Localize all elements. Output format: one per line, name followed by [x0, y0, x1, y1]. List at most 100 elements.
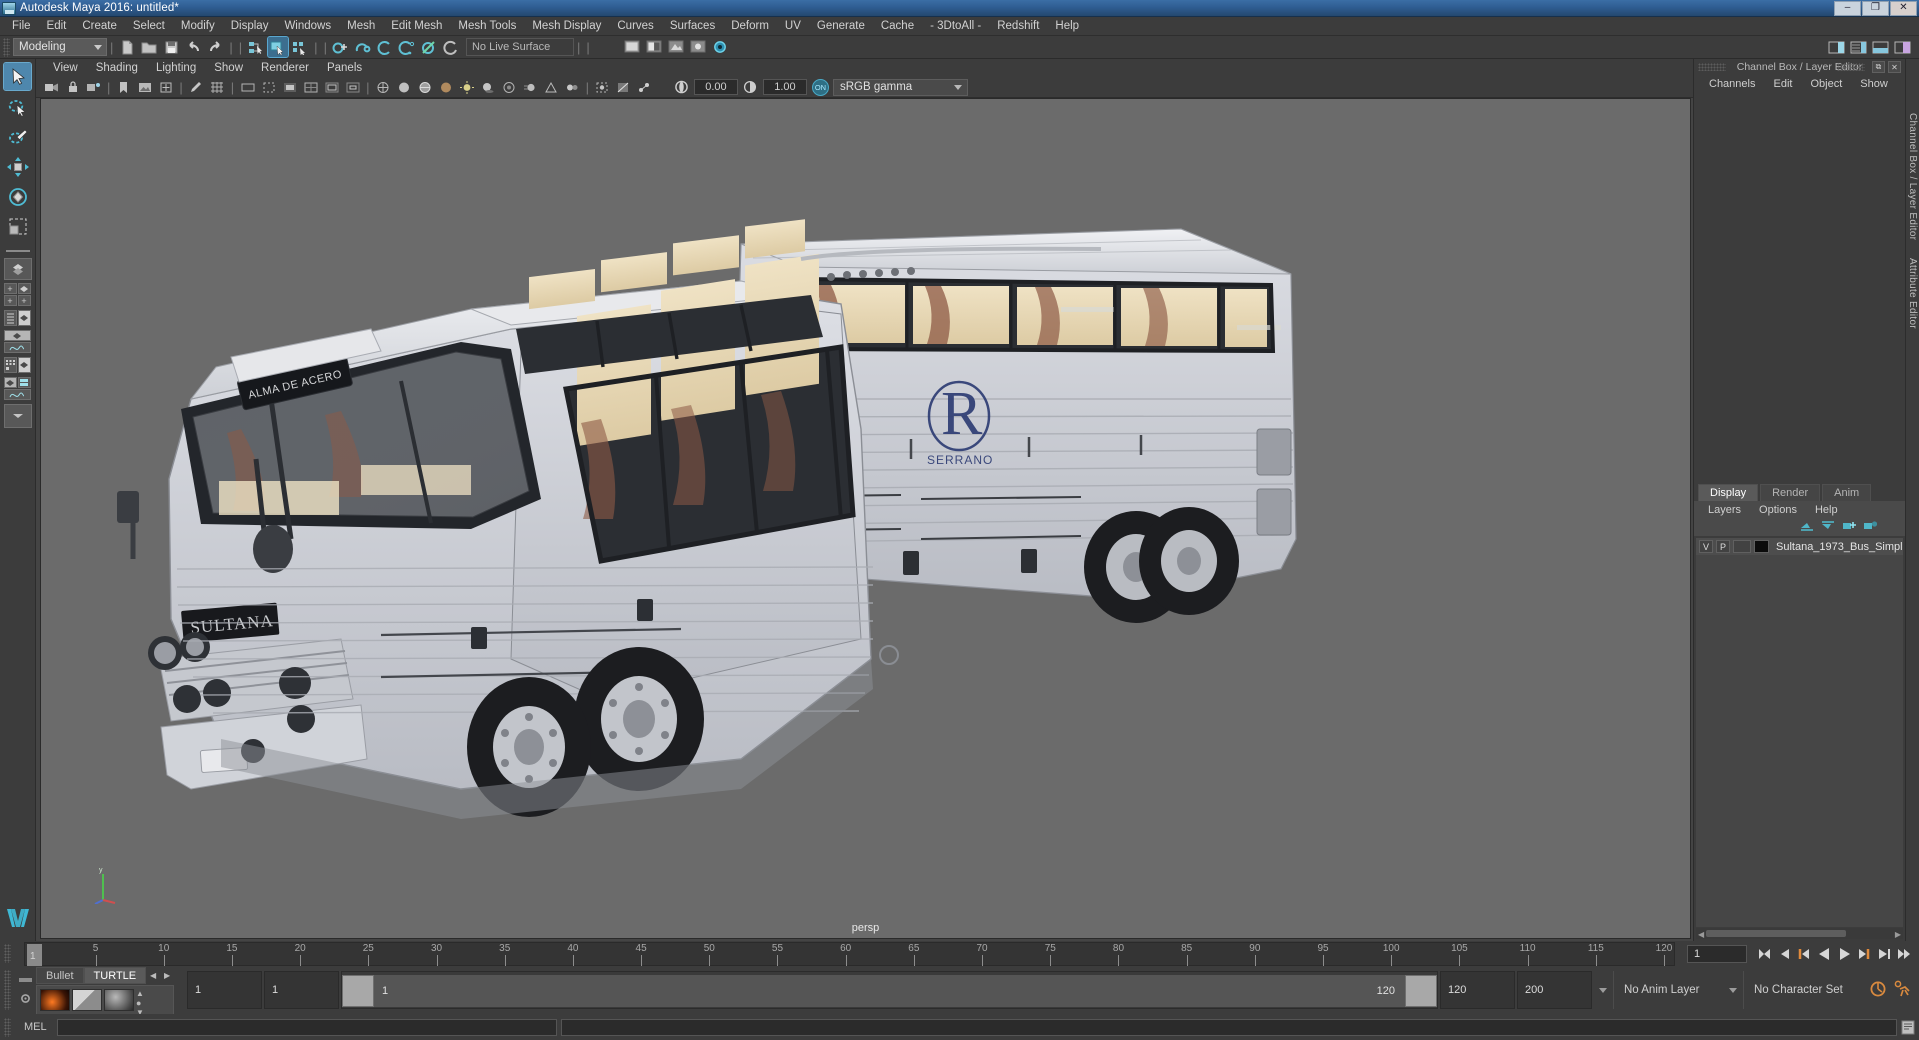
current-frame-field[interactable]: 1: [1687, 944, 1747, 963]
menuset-selector[interactable]: Modeling: [13, 38, 107, 56]
toggle-light-icon[interactable]: [710, 37, 730, 57]
close-icon[interactable]: ✕: [1888, 61, 1901, 73]
shelf-tab-turtle[interactable]: TURTLE: [83, 967, 147, 984]
persp-outliner-layout-button[interactable]: [3, 310, 32, 327]
select-component-icon[interactable]: [290, 37, 310, 57]
play-forwards-icon[interactable]: [1835, 945, 1853, 963]
menu-help[interactable]: Help: [1047, 17, 1087, 36]
tab-anim[interactable]: Anim: [1822, 484, 1872, 501]
bookmark-icon[interactable]: [114, 78, 133, 96]
panel-menu-view[interactable]: View: [44, 59, 87, 77]
layer-visibility-toggle[interactable]: V: [1699, 540, 1713, 553]
select-camera-icon[interactable]: [42, 78, 61, 96]
four-view-layout-button[interactable]: + + +: [3, 283, 32, 307]
gamma-field[interactable]: 1.00: [762, 79, 807, 95]
auto-keyframe-icon[interactable]: [1869, 980, 1887, 1001]
undo-icon[interactable]: [183, 37, 203, 57]
image-plane-icon[interactable]: [135, 78, 154, 96]
snap-to-projected-center-icon[interactable]: [397, 37, 417, 57]
panel-menu-show[interactable]: Show: [205, 59, 252, 77]
menu-surfaces[interactable]: Surfaces: [662, 17, 723, 36]
turtle-material-icon[interactable]: [104, 989, 134, 1011]
lock-camera-icon[interactable]: [63, 78, 82, 96]
new-layer-from-selected-icon[interactable]: [1863, 520, 1878, 535]
menu-windows[interactable]: Windows: [276, 17, 339, 36]
menu-edit[interactable]: Edit: [39, 17, 75, 36]
tab-display[interactable]: Display: [1698, 484, 1759, 501]
isolate-select-icon[interactable]: [593, 78, 612, 96]
new-scene-icon[interactable]: [117, 37, 137, 57]
safe-title-icon[interactable]: [343, 78, 362, 96]
layer-menu-help[interactable]: Help: [1806, 504, 1847, 516]
multisample-aa-icon[interactable]: [542, 78, 561, 96]
shelf-tab-bullet[interactable]: Bullet: [36, 967, 84, 984]
layer-list-horizontal-scrollbar[interactable]: ◀ ▶: [1696, 928, 1903, 939]
menu-modify[interactable]: Modify: [173, 17, 223, 36]
dock-grip[interactable]: [1837, 63, 1865, 71]
textured-icon[interactable]: [437, 78, 456, 96]
step-back-frame-icon[interactable]: [1795, 945, 1813, 963]
snap-to-curve-icon[interactable]: [353, 37, 373, 57]
camera-attributes-icon[interactable]: [84, 78, 103, 96]
shelf-scroll-up-icon[interactable]: ▲: [136, 989, 148, 998]
layer-name[interactable]: Sultana_1973_Bus_Simpl: [1776, 541, 1903, 553]
move-tool-button[interactable]: [4, 153, 31, 180]
menu-select[interactable]: Select: [125, 17, 173, 36]
command-line-grip[interactable]: [4, 1017, 11, 1037]
channel-box-menu-edit[interactable]: Edit: [1764, 78, 1801, 90]
shelf-settings-gear-icon[interactable]: [19, 992, 32, 1008]
go-to-start-icon[interactable]: [1755, 945, 1773, 963]
two-dimensional-pan-zoom-icon[interactable]: [156, 78, 175, 96]
range-end-handle[interactable]: [1405, 975, 1437, 1007]
render-current-frame-icon[interactable]: [644, 37, 664, 57]
anim-layer-chevron-icon[interactable]: [1729, 987, 1737, 993]
exposure-icon[interactable]: [672, 78, 691, 96]
menu-cache[interactable]: Cache: [873, 17, 922, 36]
layer-row[interactable]: V P Sultana_1973_Bus_Simpl: [1696, 538, 1903, 555]
dock-grip[interactable]: [1698, 63, 1726, 71]
show-hide-editors-icon[interactable]: [1826, 37, 1846, 57]
menu-edit-mesh[interactable]: Edit Mesh: [383, 17, 450, 36]
xray-joints-icon[interactable]: [635, 78, 654, 96]
layout-more-dropdown-button[interactable]: [3, 404, 32, 428]
current-time-indicator[interactable]: 1: [27, 943, 42, 966]
menu-create[interactable]: Create: [74, 17, 125, 36]
new-layer-icon[interactable]: [1842, 520, 1856, 535]
scroll-left-arrow-icon[interactable]: ◀: [1698, 930, 1704, 939]
menu-3dtoall[interactable]: - 3DtoAll -: [922, 17, 989, 36]
layer-menu-options[interactable]: Options: [1750, 504, 1806, 516]
menu-display[interactable]: Display: [223, 17, 277, 36]
turtle-render-icon[interactable]: [40, 989, 70, 1011]
character-set-field[interactable]: No Character Set: [1743, 971, 1861, 1009]
motion-blur-icon[interactable]: [521, 78, 540, 96]
snap-to-view-plane-icon[interactable]: [419, 37, 439, 57]
live-surface-field[interactable]: No Live Surface: [465, 38, 574, 56]
layer-playback-toggle[interactable]: P: [1716, 540, 1730, 553]
shaded-wireframe-icon[interactable]: [416, 78, 435, 96]
menu-curves[interactable]: Curves: [609, 17, 661, 36]
color-management-toggle[interactable]: ON: [811, 78, 829, 96]
grid-icon[interactable]: [208, 78, 227, 96]
script-editor-icon[interactable]: [1897, 1017, 1919, 1037]
next-shelf-icon[interactable]: ▶: [160, 967, 174, 984]
move-layer-up-icon[interactable]: [1800, 520, 1814, 535]
wireframe-icon[interactable]: [374, 78, 393, 96]
safe-action-icon[interactable]: [322, 78, 341, 96]
resolution-gate-icon[interactable]: [259, 78, 278, 96]
channel-box-menu-show[interactable]: Show: [1851, 78, 1897, 90]
persp-graph-editor-layout-button[interactable]: [3, 330, 32, 354]
redo-icon[interactable]: [205, 37, 225, 57]
channel-box-attribute-list[interactable]: [1694, 93, 1905, 482]
persp-outliner-graph-layout-button[interactable]: [3, 377, 32, 401]
ipr-render-icon[interactable]: [666, 37, 686, 57]
gate-mask-icon[interactable]: [280, 78, 299, 96]
menu-redshift[interactable]: Redshift: [989, 17, 1047, 36]
lasso-select-tool-button[interactable]: [4, 93, 31, 120]
go-to-end-icon[interactable]: [1895, 945, 1913, 963]
layer-shading-toggle[interactable]: [1733, 540, 1751, 553]
shadows-icon[interactable]: [479, 78, 498, 96]
scrollbar-thumb[interactable]: [1706, 930, 1846, 937]
layer-editor-toggle-icon[interactable]: [1870, 37, 1890, 57]
command-input-field[interactable]: [56, 1018, 557, 1036]
make-live-icon[interactable]: [441, 37, 461, 57]
